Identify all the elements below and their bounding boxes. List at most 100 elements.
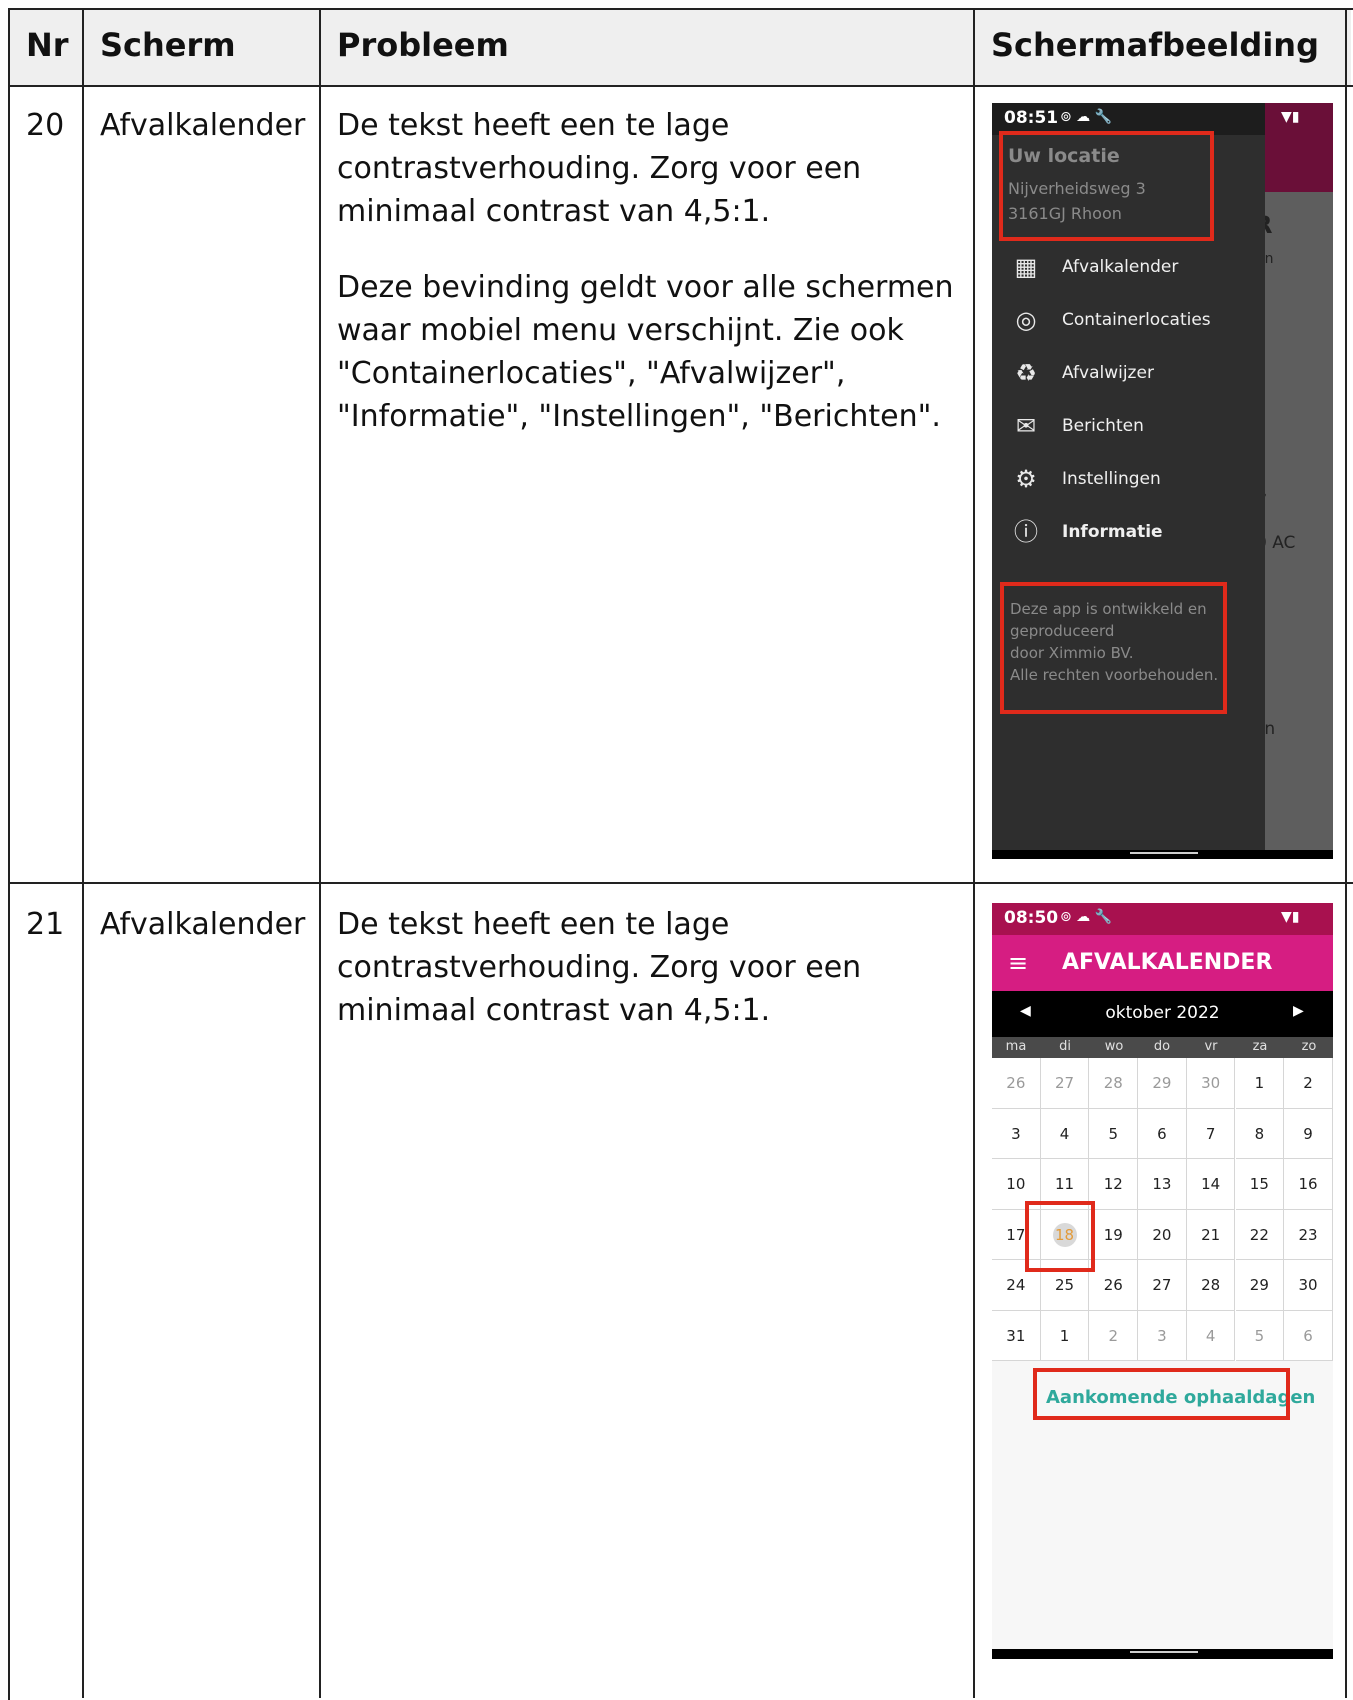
menu-item-instellingen[interactable]: ⚙ Instellingen — [992, 457, 1265, 507]
weekday-label: zo — [1301, 1039, 1317, 1054]
status-time: 08:51 — [1004, 108, 1059, 128]
system-nav-bar — [992, 1649, 1333, 1659]
menu-item-label: Containerlocaties — [1062, 310, 1211, 330]
header-schermafbeelding: Schermafbeelding — [991, 26, 1319, 64]
status-time: 08:50 — [1004, 908, 1059, 928]
menu-item-containerlocaties[interactable]: ◎ Containerlocaties — [992, 298, 1265, 348]
calendar-day-number: 15 — [1249, 1175, 1269, 1193]
screenshot-menu: R en , 0 AC on 08:51 ⊚ ☁ 🔧 ▼▮ Uw locatie… — [992, 103, 1333, 859]
column-divider — [973, 8, 975, 1698]
calendar-day[interactable]: 2 — [1284, 1058, 1333, 1109]
row-probleem: De tekst heeft een te lage contrastverho… — [337, 104, 962, 471]
system-nav-bar — [992, 850, 1333, 859]
calendar-day[interactable]: 4 — [1040, 1108, 1090, 1159]
calendar-day-number: 25 — [1054, 1276, 1075, 1294]
calendar-day-number: 24 — [1006, 1276, 1026, 1294]
header-scherm: Scherm — [100, 26, 236, 64]
calendar-day[interactable]: 21 — [1186, 1209, 1236, 1260]
calendar-day-number: 29 — [1249, 1276, 1269, 1294]
gear-icon: ⚙ — [1015, 465, 1037, 493]
calendar-day[interactable]: 1 — [1040, 1310, 1090, 1361]
calendar-day[interactable]: 8 — [1235, 1108, 1285, 1159]
calendar-day[interactable]: 13 — [1138, 1159, 1187, 1210]
calendar-day-number: 23 — [1298, 1225, 1318, 1244]
calendar-day-number: 28 — [1201, 1276, 1221, 1294]
calendar-day[interactable]: 29 — [1138, 1058, 1187, 1109]
calendar-day[interactable]: 22 — [1235, 1209, 1285, 1260]
calendar-month-header: ◀ oktober 2022 ▶ — [992, 991, 1333, 1037]
menu-item-label: Berichten — [1062, 416, 1144, 436]
calendar-day[interactable]: 30 — [1186, 1058, 1236, 1109]
calendar-day-number: 14 — [1201, 1175, 1221, 1193]
calendar-day-number: 2 — [1108, 1326, 1118, 1345]
calendar-day[interactable]: 26 — [992, 1058, 1041, 1109]
status-bar: 08:50 ⊚ ☁ 🔧 ▼▮ — [992, 903, 1333, 935]
calendar-day[interactable]: 3 — [992, 1108, 1041, 1159]
row-nr: 21 — [26, 907, 65, 942]
calendar-day[interactable]: 31 — [992, 1310, 1041, 1361]
probleem-paragraph: De tekst heeft een te lage contrastverho… — [337, 108, 862, 229]
app-title: AFVALKALENDER — [1062, 950, 1273, 975]
calendar-day[interactable]: 2 — [1089, 1310, 1139, 1361]
calendar-day[interactable]: 26 — [1089, 1260, 1139, 1311]
calendar-day-number: 30 — [1298, 1276, 1318, 1294]
next-month-icon[interactable]: ▶ — [1293, 1003, 1304, 1019]
calendar-day[interactable]: 28 — [1186, 1260, 1236, 1311]
calendar-day-number: 16 — [1298, 1175, 1318, 1193]
calendar-day[interactable]: 20 — [1138, 1209, 1187, 1260]
row-scherm: Afvalkalender — [100, 108, 306, 143]
header-probleem: Probleem — [337, 26, 509, 64]
home-indicator — [1130, 852, 1198, 854]
column-divider — [82, 8, 84, 1698]
calendar-day[interactable]: 9 — [1284, 1108, 1333, 1159]
calendar-day-number: 5 — [1254, 1326, 1265, 1345]
calendar-day-number: 26 — [1103, 1276, 1123, 1294]
calendar-day[interactable]: 5 — [1235, 1310, 1285, 1361]
menu-item-afvalwijzer[interactable]: ♻ Afvalwijzer — [992, 351, 1265, 401]
weekday-row: ma di wo do vr za zo — [992, 1037, 1333, 1058]
recycle-icon: ♻ — [1015, 359, 1037, 387]
screenshot-calendar: 08:50 ⊚ ☁ 🔧 ▼▮ ≡ AFVALKALENDER ◀ oktober… — [992, 903, 1333, 1659]
calendar-day[interactable]: 23 — [1284, 1209, 1333, 1260]
calendar-day[interactable]: 19 — [1089, 1209, 1139, 1260]
calendar-day[interactable]: 6 — [1138, 1108, 1187, 1159]
calendar-day-number: 20 — [1152, 1225, 1172, 1244]
menu-icon[interactable]: ≡ — [1008, 949, 1028, 977]
calendar-day-number: 6 — [1157, 1124, 1167, 1143]
calendar-day[interactable]: 4 — [1186, 1310, 1236, 1361]
calendar-day-number: 1 — [1059, 1326, 1070, 1345]
calendar-day[interactable]: 15 — [1235, 1159, 1285, 1210]
mail-icon: ✉ — [1015, 412, 1037, 440]
calendar-day-number: 9 — [1303, 1124, 1313, 1143]
calendar-day[interactable]: 28 — [1089, 1058, 1139, 1109]
calendar-day[interactable]: 7 — [1186, 1108, 1236, 1159]
calendar-day[interactable]: 14 — [1186, 1159, 1236, 1210]
calendar-day-number: 11 — [1054, 1175, 1075, 1193]
calendar-day[interactable]: 1 — [1235, 1058, 1285, 1109]
menu-item-berichten[interactable]: ✉ Berichten — [992, 404, 1265, 454]
menu-item-label: Informatie — [1062, 522, 1163, 542]
menu-item-afvalkalender[interactable]: ▦ Afvalkalender — [992, 245, 1265, 295]
app-bar: ≡ AFVALKALENDER — [992, 935, 1333, 991]
weekday-label: di — [1059, 1039, 1071, 1054]
calendar-day[interactable]: 3 — [1138, 1310, 1187, 1361]
calendar-day[interactable]: 16 — [1284, 1159, 1333, 1210]
status-icons: ⊚ ☁ 🔧 — [1060, 109, 1113, 125]
app-bar-behind — [1265, 135, 1333, 192]
calendar-day-number: 28 — [1103, 1074, 1123, 1092]
calendar-day[interactable]: 12 — [1089, 1159, 1139, 1210]
home-indicator — [1130, 1651, 1198, 1653]
calendar-day[interactable]: 29 — [1235, 1260, 1285, 1311]
calendar-day[interactable]: 6 — [1284, 1310, 1333, 1361]
contrast-issue-highlight — [1025, 1201, 1095, 1272]
menu-item-informatie[interactable]: ⓘ Informatie — [992, 510, 1265, 560]
row-scherm: Afvalkalender — [100, 907, 306, 942]
calendar-day[interactable]: 5 — [1089, 1108, 1139, 1159]
calendar-day[interactable]: 27 — [1138, 1260, 1187, 1311]
weekday-label: ma — [1005, 1039, 1027, 1054]
calendar-day[interactable]: 27 — [1040, 1058, 1090, 1109]
calendar-day-number: 4 — [1059, 1124, 1070, 1143]
calendar-day[interactable]: 30 — [1284, 1260, 1333, 1311]
calendar-icon: ▦ — [1014, 253, 1038, 281]
menu-item-label: Afvalkalender — [1062, 257, 1179, 277]
